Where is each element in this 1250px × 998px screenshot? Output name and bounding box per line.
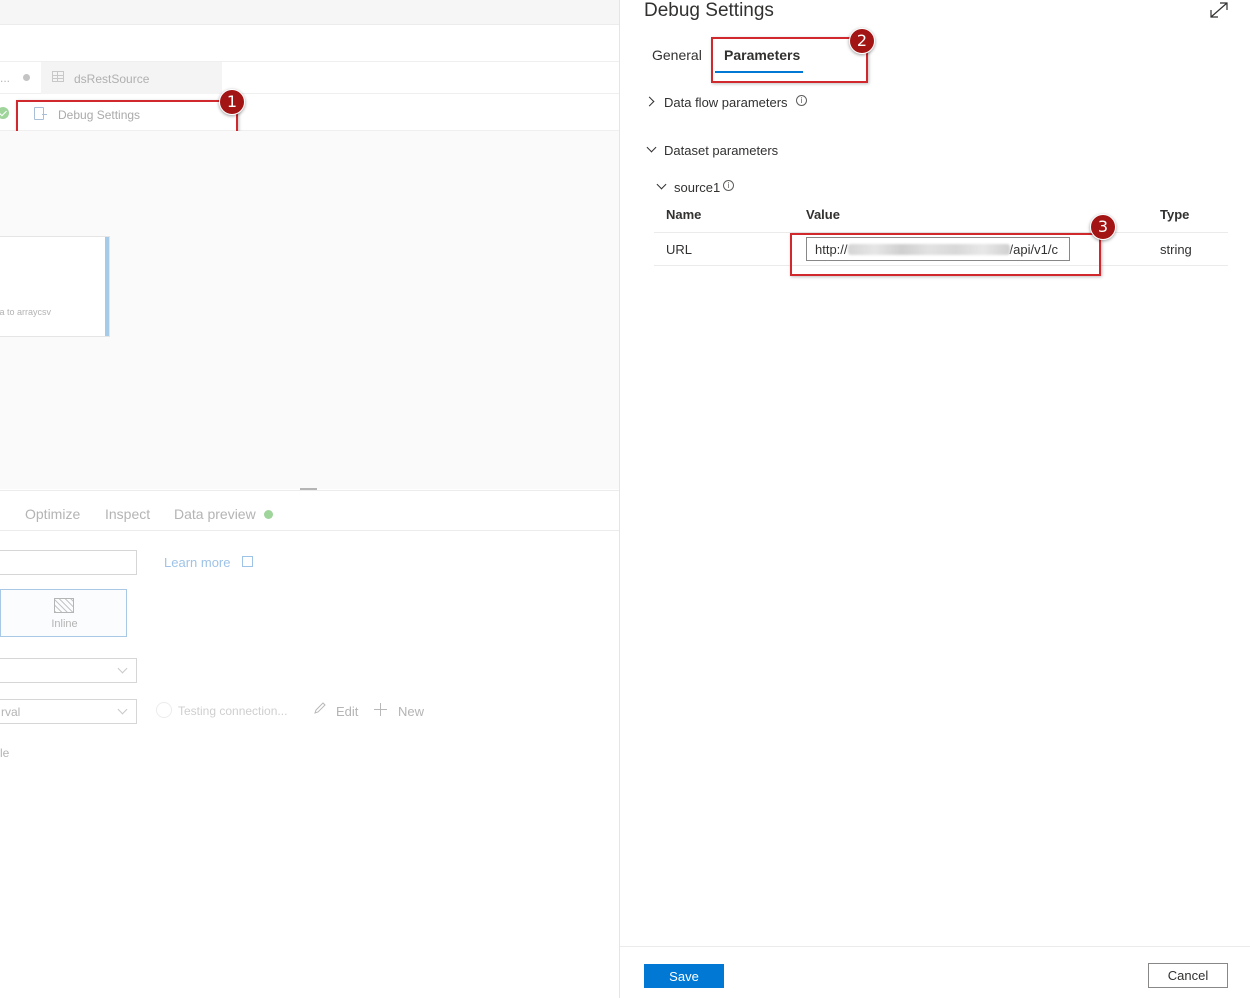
debug-settings-panel: Debug Settings General Parameters 2 Data… (619, 0, 1250, 998)
column-header-name: Name (666, 207, 702, 222)
info-icon[interactable]: i (723, 180, 734, 191)
edit-button[interactable]: Edit (336, 704, 358, 719)
tab-overflow-ellipsis[interactable]: ... (0, 71, 10, 85)
status-dot-icon (264, 510, 273, 519)
check-icon (0, 107, 9, 119)
chevron-down-icon (117, 663, 128, 674)
chevron-down-icon[interactable] (646, 142, 657, 153)
chevron-right-icon[interactable] (644, 96, 655, 107)
expand-icon[interactable] (1208, 0, 1230, 20)
inline-label: Inline (51, 618, 78, 630)
external-link-icon (242, 556, 253, 567)
linked-service-select[interactable]: rval (0, 699, 137, 724)
new-button[interactable]: New (398, 704, 424, 719)
table-icon (52, 71, 64, 82)
testing-connection-text: Testing connection... (178, 704, 288, 718)
dataflow-editor-background: ... dsRestSource Debug Settings 1 ta to … (0, 0, 619, 998)
dataflow-node[interactable]: ta to arraycsv (0, 236, 110, 337)
data-flow-parameters-toggle[interactable]: Data flow parameters (664, 95, 788, 110)
spinner-icon (156, 702, 172, 718)
tab-optimize[interactable]: Optimize (25, 506, 80, 522)
callout-3: 3 (1090, 214, 1116, 240)
source1-toggle[interactable]: source1 (674, 180, 720, 195)
doc-icon (34, 107, 47, 120)
cancel-button[interactable]: Cancel (1148, 963, 1228, 988)
value-input-highlight (790, 233, 1101, 276)
inline-source-type-tile[interactable]: Inline (0, 589, 127, 637)
dataset-parameters-toggle[interactable]: Dataset parameters (664, 143, 778, 158)
tab-dsrestsource[interactable]: dsRestSource (41, 62, 222, 94)
node-label: ta to arraycsv (0, 307, 52, 317)
chevron-down-icon (117, 704, 128, 715)
editor-tab-row: ... dsRestSource (0, 61, 619, 94)
bottom-tab-row: Optimize Inspect Data preview (0, 490, 619, 531)
param-type-string: string (1160, 242, 1192, 257)
learn-more-link[interactable]: Learn more (164, 555, 230, 570)
info-icon[interactable]: i (796, 95, 807, 106)
panel-title: Debug Settings (644, 0, 774, 21)
param-name-url: URL (666, 242, 693, 257)
column-header-type: Type (1160, 207, 1190, 222)
dataflow-canvas[interactable]: ta to arraycsv (0, 131, 619, 489)
parameters-tab-highlight (711, 37, 868, 83)
plus-icon[interactable] (373, 702, 388, 717)
dataset-type-select[interactable] (0, 658, 137, 683)
tab-dsrestsource-label: dsRestSource (74, 72, 150, 86)
tab-data-preview[interactable]: Data preview (174, 506, 256, 522)
save-button[interactable]: Save (644, 964, 724, 988)
debug-settings-label: Debug Settings (58, 108, 141, 122)
name-input[interactable] (0, 550, 137, 575)
unsaved-dot-icon (23, 74, 30, 81)
node-selection-bar (105, 237, 109, 336)
footer-divider (620, 946, 1250, 947)
editor-toolbar: Debug Settings (0, 94, 619, 140)
tab-inspect[interactable]: Inspect (105, 506, 150, 522)
pencil-icon[interactable] (313, 701, 327, 715)
partial-label: le (0, 746, 10, 760)
column-header-value: Value (806, 207, 840, 222)
tab-general[interactable]: General (652, 47, 702, 63)
hatch-icon (54, 598, 74, 613)
callout-1: 1 (219, 89, 245, 115)
callout-2: 2 (849, 28, 875, 54)
top-bar (0, 0, 619, 25)
chevron-down-icon[interactable] (656, 179, 667, 190)
linked-service-value: rval (1, 705, 21, 719)
